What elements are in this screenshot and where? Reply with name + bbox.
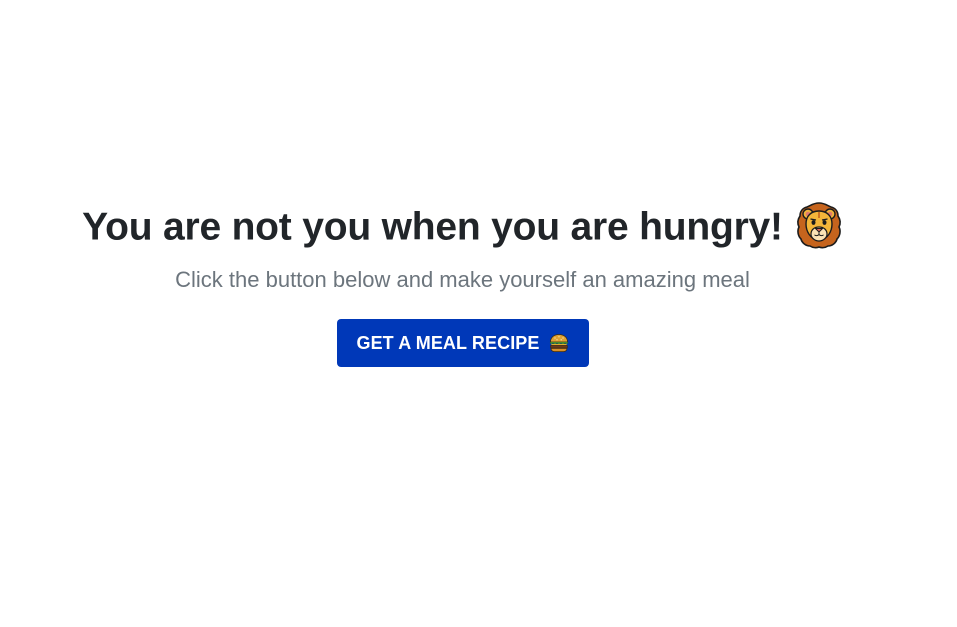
headline-text: You are not you when you are hungry! — [82, 205, 783, 249]
hero-section: You are not you when you are hungry! Cli… — [0, 0, 925, 627]
get-meal-recipe-button[interactable]: GET A MEAL RECIPE — [337, 319, 589, 367]
lion-face-icon — [795, 201, 843, 249]
hamburger-icon — [548, 332, 570, 354]
page-headline: You are not you when you are hungry! — [0, 201, 925, 253]
get-meal-recipe-label: GET A MEAL RECIPE — [356, 332, 540, 353]
page-subtitle: Click the button below and make yourself… — [175, 267, 750, 292]
